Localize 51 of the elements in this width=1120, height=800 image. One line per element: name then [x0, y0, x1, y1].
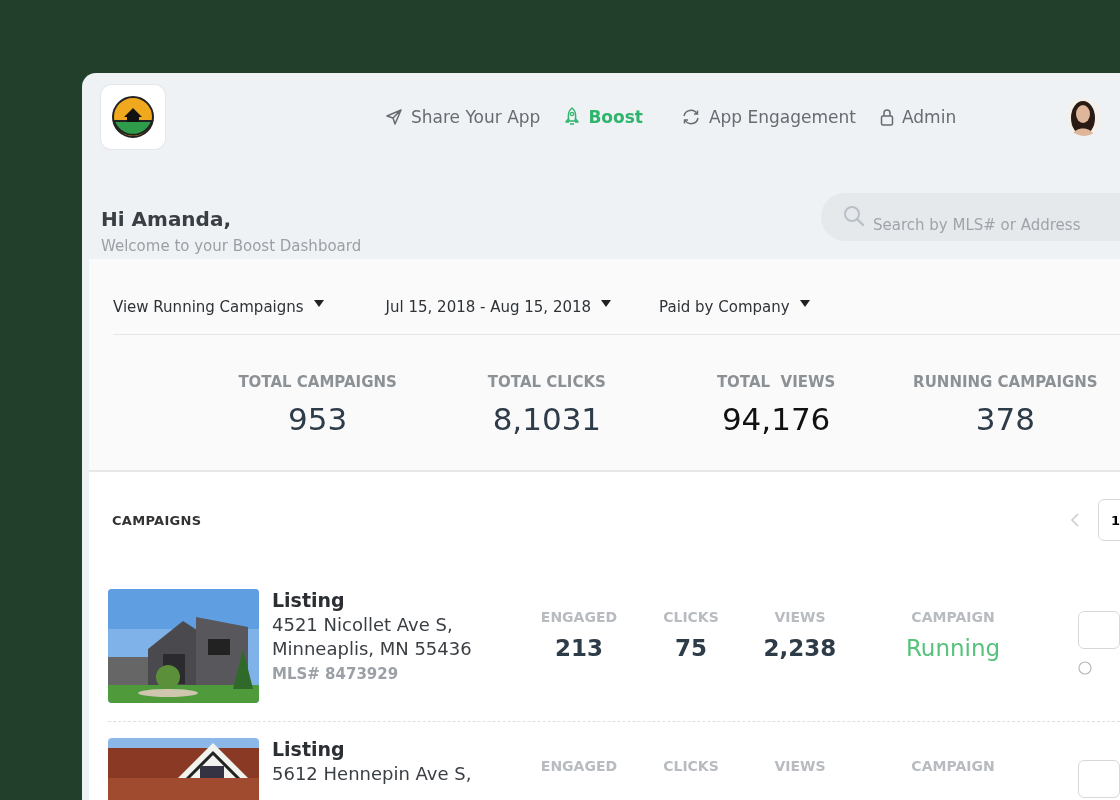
metric-label: ENGAGED	[540, 609, 618, 625]
lock-icon	[880, 108, 894, 126]
coin-icon	[1078, 661, 1092, 675]
stat-label: TOTAL CLICKS	[487, 373, 606, 391]
refresh-icon	[680, 108, 701, 126]
stat-value: 8,1031	[492, 401, 602, 437]
listing-type: Listing	[272, 738, 346, 760]
action-button[interactable]	[1078, 611, 1120, 649]
stat-value: 94,176	[721, 401, 831, 437]
filter-dropdown[interactable]: Paid by Company	[659, 297, 810, 316]
stat-label: RUNNING CAMPAIGNS	[913, 373, 1098, 391]
metric-label: CAMPAIGN	[911, 758, 995, 774]
avatar[interactable]	[1066, 98, 1103, 136]
rocket-icon	[564, 107, 581, 127]
caret-icon	[601, 299, 612, 307]
filter-dropdown[interactable]: Jul 15, 2018 - Aug 15, 2018	[385, 297, 612, 316]
stat-label: TOTAL CAMPAIGNS	[238, 373, 397, 391]
metric-value: 2,238	[763, 635, 837, 661]
stat-label: TOTAL VIEWS	[716, 373, 836, 391]
caret-icon	[313, 299, 324, 307]
search-field[interactable]: Search by MLS# or Address	[821, 193, 1120, 241]
metric-label: CAMPAIGN	[911, 609, 995, 625]
stat-value: 953	[288, 401, 348, 437]
metric-label: CLICKS	[663, 609, 719, 625]
metric-label: CLICKS	[663, 758, 719, 774]
metric-label: VIEWS	[774, 609, 826, 625]
action-button[interactable]	[1078, 760, 1120, 798]
metric-value: 75	[675, 635, 707, 661]
stat-value: 378	[975, 401, 1035, 437]
campaign-status: Running	[905, 635, 1001, 661]
metric-label: ENGAGED	[540, 758, 618, 774]
metric-value: 213	[555, 635, 603, 661]
section-title: CAMPAIGNS	[112, 512, 202, 528]
greeting-title: Hi Amanda,	[101, 207, 233, 231]
logo-icon	[101, 85, 165, 149]
mls-number: MLS# 8473929	[272, 665, 400, 683]
nav-tab[interactable]: Share Your App	[385, 107, 541, 127]
listing-address: 4521 Nicollet Ave S,	[272, 614, 454, 635]
metric-label: VIEWS	[774, 758, 826, 774]
search-icon	[843, 205, 865, 227]
nav-tab[interactable]: Admin	[880, 107, 957, 127]
send-icon	[385, 108, 403, 126]
listing-address: 5612 Hennepin Ave S,	[272, 763, 473, 784]
greeting-subtitle: Welcome to your Boost Dashboard	[101, 237, 362, 255]
listing-address: Minneaplis, MN 55436	[272, 638, 473, 659]
caret-icon	[799, 299, 810, 307]
listing-type: Listing	[272, 589, 346, 611]
nav-tab[interactable]: App Engagement	[680, 107, 856, 127]
filter-dropdown[interactable]: View Running Campaigns	[113, 297, 324, 316]
chevron-left-icon[interactable]	[1070, 512, 1080, 528]
page-button[interactable]: 1	[1098, 499, 1120, 541]
